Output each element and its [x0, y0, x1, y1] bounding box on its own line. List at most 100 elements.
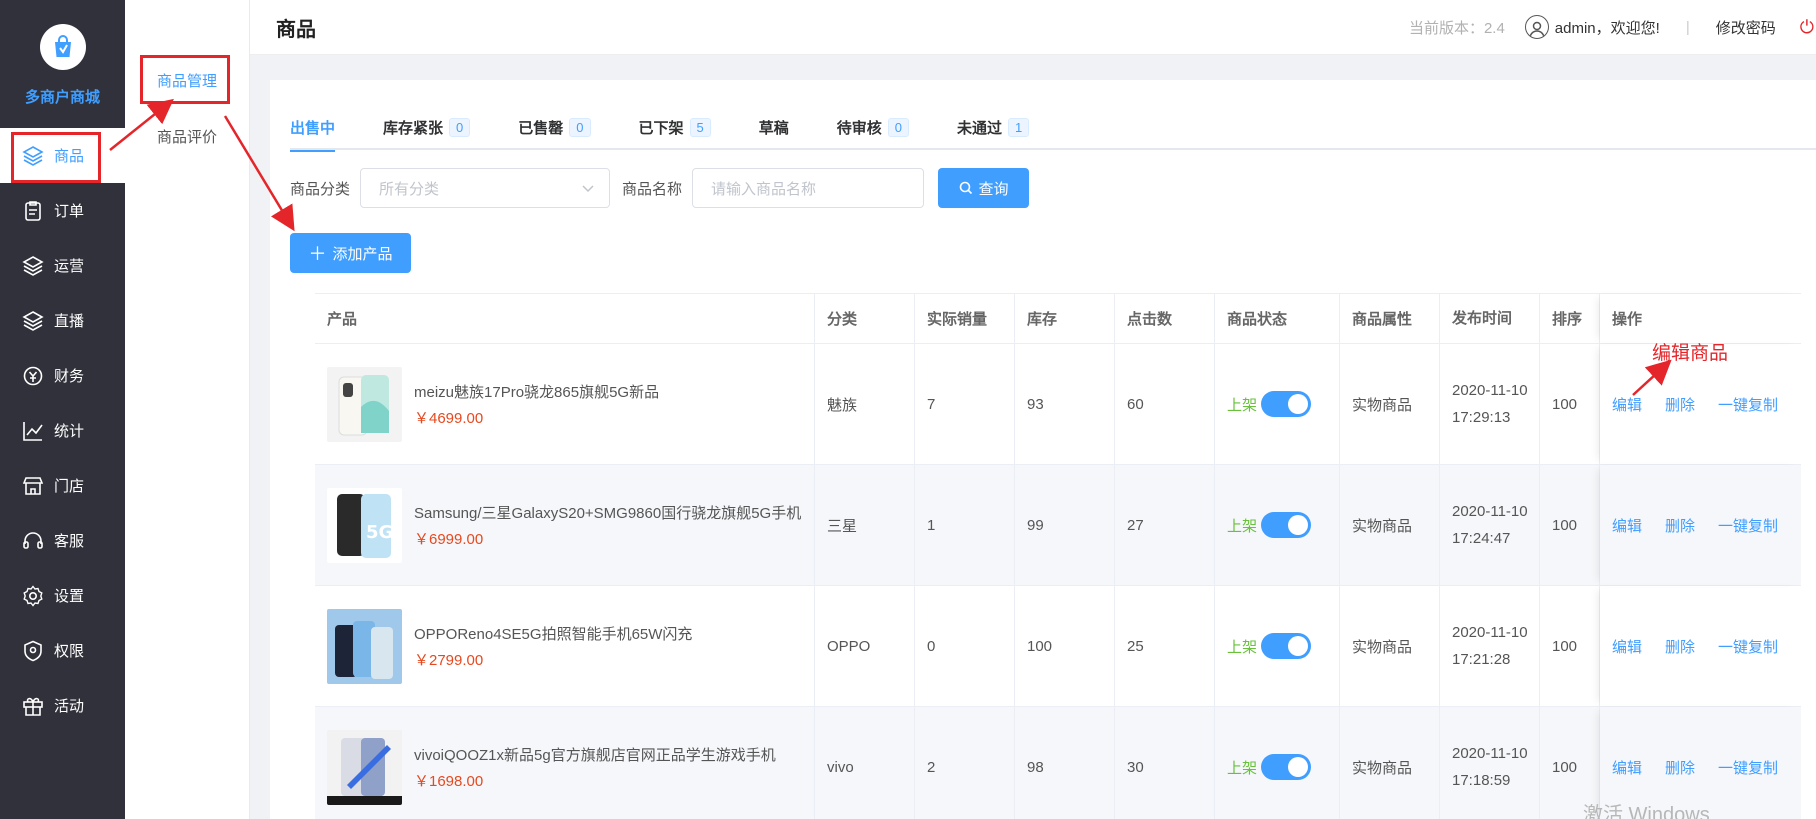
sidebar-item-3[interactable]: 直播 [0, 293, 125, 348]
category-cell: 魅族 [815, 344, 915, 464]
header-attr: 商品属性 [1340, 294, 1440, 343]
highlight-box-sidebar [11, 132, 101, 183]
store-icon [20, 473, 46, 499]
time-cell: 2020-11-10 17:24:47 [1440, 465, 1540, 585]
page-title: 商品 [276, 18, 316, 41]
delete-link[interactable]: 删除 [1665, 515, 1695, 536]
sidebar-item-9[interactable]: 权限 [0, 623, 125, 678]
product-name-label: 商品名称 [622, 180, 683, 198]
shield-icon [20, 638, 46, 664]
count-badge: 1 [1008, 118, 1030, 137]
top-header: 商品 当前版本：2.4 admin，欢迎您! | 修改密码 ⏻ [250, 0, 1816, 55]
tab-1[interactable]: 库存紧张 0 [383, 105, 471, 150]
sidebar-item-label: 统计 [54, 423, 85, 440]
headset-icon [20, 528, 46, 554]
status-text: 上架 [1227, 517, 1258, 535]
product-name[interactable]: Samsung/三星GalaxyS20+SMG9860国行骁龙旗舰5G手机 [414, 502, 804, 526]
table-header-row: 产品 分类 实际销量 库存 点击数 商品状态 商品属性 发布时间 排序 操作 [315, 294, 1801, 344]
category-cell: 三星 [815, 465, 915, 585]
tab-label: 待审核 [836, 120, 882, 137]
tab-0[interactable]: 出售中 [290, 105, 336, 152]
attr-cell: 实物商品 [1340, 344, 1440, 464]
shopping-bag-logo-icon [39, 24, 86, 70]
layers-icon [20, 253, 46, 279]
tab-3[interactable]: 已下架 5 [639, 105, 711, 150]
tab-4[interactable]: 草稿 [759, 105, 789, 150]
tab-5[interactable]: 待审核 0 [836, 105, 910, 150]
delete-link[interactable]: 删除 [1665, 757, 1695, 778]
header-product: 产品 [315, 294, 815, 343]
version-text: 当前版本：2.4 [1408, 19, 1505, 37]
layers-icon [20, 308, 46, 334]
status-cell: 上架 [1215, 465, 1340, 585]
status-toggle[interactable] [1261, 391, 1312, 417]
brand-name: 多商户商城 [24, 89, 100, 106]
copy-link[interactable]: 一键复制 [1718, 394, 1778, 415]
product-cell: OPPOReno4SE5G拍照智能手机65W闪充 ￥2799.00 [315, 586, 815, 706]
table-row: vivoiQOOZ1x新品5g官方旗舰店官网正品学生游戏手机 ￥1698.00 vi… [315, 707, 1801, 819]
subnav-item-product-reviews[interactable]: 商品评价 [125, 108, 249, 164]
sales-cell: 2 [915, 707, 1015, 819]
copy-link[interactable]: 一键复制 [1718, 515, 1778, 536]
category-cell: vivo [815, 707, 915, 819]
product-price: ￥4699.00 [414, 409, 484, 427]
sidebar-item-label: 直播 [54, 313, 85, 330]
sidebar-item-label: 门店 [54, 478, 85, 495]
edit-link[interactable]: 编辑 [1612, 636, 1642, 657]
chart-line-icon [20, 418, 46, 444]
sidebar-item-10[interactable]: 活动 [0, 678, 125, 733]
category-select[interactable]: 所有分类 [360, 168, 611, 208]
product-name[interactable]: vivoiQOOZ1x新品5g官方旗舰店官网正品学生游戏手机 [414, 744, 804, 768]
ops-cell: 编辑 删除 一键复制 [1600, 586, 1801, 706]
sidebar-item-4[interactable]: 财务 [0, 348, 125, 403]
product-name[interactable]: meizu魅族17Pro骁龙865旗舰5G新品 [414, 381, 804, 405]
product-name[interactable]: OPPOReno4SE5G拍照智能手机65W闪充 [414, 623, 804, 647]
product-name-input[interactable]: 请输入商品名称 [692, 168, 925, 208]
header-sort: 排序 [1540, 294, 1600, 343]
sidebar-item-8[interactable]: 设置 [0, 568, 125, 623]
status-toggle[interactable] [1261, 754, 1312, 780]
sidebar-item-1[interactable]: 订单 [0, 183, 125, 238]
header-clicks: 点击数 [1115, 294, 1215, 343]
count-badge: 5 [689, 118, 711, 137]
search-button[interactable]: 查询 [938, 168, 1030, 208]
edit-link[interactable]: 编辑 [1612, 394, 1642, 415]
sidebar-item-2[interactable]: 运营 [0, 238, 125, 293]
money-icon [20, 363, 46, 389]
tab-6[interactable]: 未通过 1 [957, 105, 1030, 150]
header-time: 发布时间 [1440, 294, 1540, 343]
sidebar-item-5[interactable]: 统计 [0, 403, 125, 458]
product-table: 产品 分类 实际销量 库存 点击数 商品状态 商品属性 发布时间 排序 操作 meizu魅族17Pr… [315, 293, 1801, 819]
product-image: 5G [327, 487, 402, 563]
brand[interactable]: 多商户商城 [0, 0, 125, 128]
change-password-link[interactable]: 修改密码 [1716, 17, 1776, 38]
gear-icon [20, 583, 46, 609]
user-greeting[interactable]: admin，欢迎您! [1555, 17, 1660, 38]
copy-link[interactable]: 一键复制 [1718, 757, 1778, 778]
sales-cell: 1 [915, 465, 1015, 585]
edit-link[interactable]: 编辑 [1612, 515, 1642, 536]
table-row: 5G Samsung/三星GalaxyS20+SMG9860国行骁龙旗舰5G手机 ￥… [315, 465, 1801, 586]
tab-label: 库存紧张 [383, 120, 444, 137]
main-panel: 出售中 库存紧张 0 已售罄 0 已下架 5 草稿 待审核 0 未通过 1 商品分类 所有分类 商品名… [270, 80, 1816, 819]
power-off-icon[interactable]: ⏻ [1800, 17, 1814, 38]
clicks-cell: 60 [1115, 344, 1215, 464]
header-stock: 库存 [1015, 294, 1115, 343]
delete-link[interactable]: 删除 [1665, 394, 1695, 415]
product-price: ￥6999.00 [414, 530, 484, 548]
add-product-button[interactable]: ＋ 添加产品 [290, 233, 411, 273]
sub-sidebar: 商品管理 商品评价 [125, 0, 250, 819]
product-price: ￥1698.00 [414, 772, 484, 790]
tab-2[interactable]: 已售罄 0 [518, 105, 591, 150]
sidebar-item-label: 订单 [54, 203, 85, 220]
status-toggle[interactable] [1261, 512, 1312, 538]
status-toggle[interactable] [1261, 633, 1312, 659]
attr-cell: 实物商品 [1340, 707, 1440, 819]
sidebar-item-6[interactable]: 门店 [0, 458, 125, 513]
search-button-label: 查询 [978, 180, 1009, 198]
edit-link[interactable]: 编辑 [1612, 757, 1642, 778]
copy-link[interactable]: 一键复制 [1718, 636, 1778, 657]
status-text: 上架 [1227, 759, 1258, 777]
sidebar-item-7[interactable]: 客服 [0, 513, 125, 568]
delete-link[interactable]: 删除 [1665, 636, 1695, 657]
